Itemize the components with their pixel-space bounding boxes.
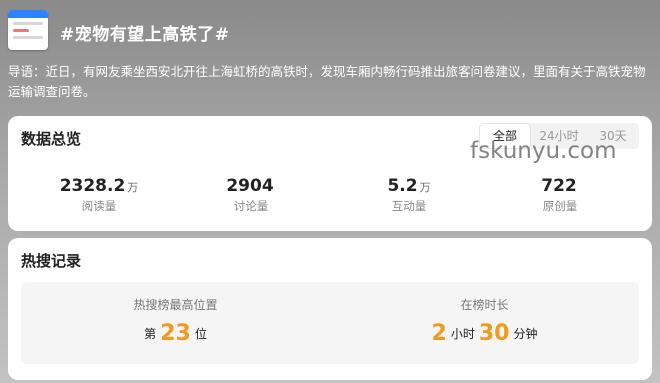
hot-search-card: 热搜记录 热搜榜最高位置 第 23 位 在榜时长 2 小时 30 分钟 [8, 238, 652, 380]
stat-discussions: 2904 讨论量 [171, 176, 331, 214]
stat-value: 722 [541, 176, 577, 196]
minutes-unit: 分钟 [513, 327, 538, 341]
time-range-tabs: 全部 24小时 30天 [479, 123, 639, 149]
stat-value: 5.2 [387, 176, 418, 196]
stat-originals: 722 原创量 [480, 176, 640, 214]
stat-interactions: 5.2 万 互动量 [329, 176, 489, 214]
tab-all[interactable]: 全部 [479, 123, 531, 149]
tab-24h[interactable]: 24小时 [533, 123, 585, 149]
rank-suffix: 位 [194, 327, 207, 341]
stat-value: 2328.2 [59, 176, 126, 196]
stat-value: 2904 [226, 176, 274, 196]
stat-label: 原创量 [542, 199, 578, 213]
stat-unit: 万 [127, 181, 139, 194]
topic-thumbnail [8, 10, 48, 50]
intro-text: 导语：近日，有网友乘坐西安北开往上海虹桥的高铁时，发现车厢内畅行码推出旅客问卷建… [8, 64, 646, 99]
stat-label: 互动量 [391, 199, 427, 213]
rank-value: 23 [160, 321, 191, 346]
stat-label: 阅读量 [81, 199, 117, 213]
duration-label: 在榜时长 [460, 298, 509, 312]
hours-value: 2 [431, 321, 447, 346]
hot-search-title: 热搜记录 [21, 252, 82, 270]
rank-label: 热搜榜最高位置 [133, 298, 218, 312]
rank-prefix: 第 [144, 327, 157, 341]
rank-column: 热搜榜最高位置 第 23 位 [21, 282, 330, 346]
page-title: #宠物有望上高铁了# [60, 25, 230, 45]
hours-unit: 小时 [450, 327, 475, 341]
overview-card: 数据总览 全部 24小时 30天 2328.2 万 阅读量 2904 讨论量 5.… [8, 116, 652, 231]
minutes-value: 30 [478, 321, 510, 346]
tab-30d[interactable]: 30天 [589, 123, 637, 149]
hot-search-panel: 热搜榜最高位置 第 23 位 在榜时长 2 小时 30 分钟 [21, 282, 639, 364]
stat-reads: 2328.2 万 阅读量 [19, 176, 179, 214]
stat-label: 讨论量 [233, 199, 269, 213]
overview-title: 数据总览 [21, 130, 82, 148]
stat-unit: 万 [419, 181, 431, 194]
duration-column: 在榜时长 2 小时 30 分钟 [330, 282, 639, 346]
